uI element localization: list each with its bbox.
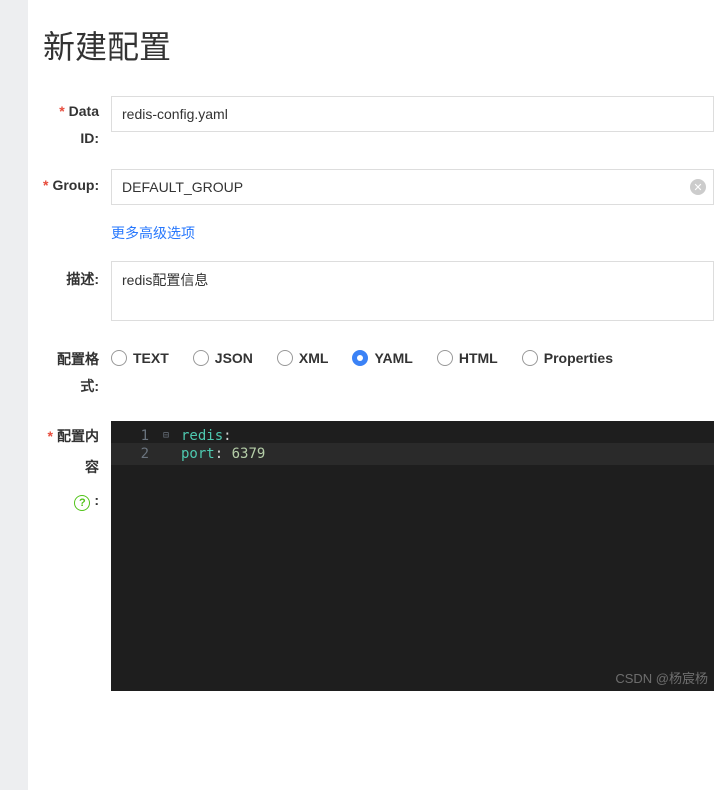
format-radio-group: TEXT JSON XML YAML HTML Properties <box>111 344 714 366</box>
description-label: 描述: <box>43 261 99 289</box>
radio-html[interactable]: HTML <box>437 350 498 366</box>
group-label: *Group: <box>43 169 99 193</box>
clear-icon[interactable]: ✕ <box>690 179 706 195</box>
line-number: 2 <box>111 443 159 465</box>
radio-text[interactable]: TEXT <box>111 350 169 366</box>
advanced-options-link[interactable]: 更多高级选项 <box>111 225 195 241</box>
advanced-row: 更多高级选项 <box>43 223 714 243</box>
data-id-label: *Data ID: <box>43 96 99 151</box>
radio-properties[interactable]: Properties <box>522 350 613 366</box>
radio-json[interactable]: JSON <box>193 350 253 366</box>
page-title: 新建配置 <box>43 22 714 68</box>
description-input[interactable]: redis配置信息 <box>111 261 714 321</box>
code-editor[interactable]: 1 ⊟ redis: 2 port: 6379 CSDN @杨宸杨 <box>111 421 714 691</box>
content-label: *配置内容 ? : <box>43 421 99 515</box>
radio-xml[interactable]: XML <box>277 350 329 366</box>
data-id-input[interactable] <box>111 96 714 132</box>
watermark: CSDN @杨宸杨 <box>615 668 708 687</box>
group-row: *Group: ✕ <box>43 169 714 205</box>
line-number: 1 <box>111 425 159 443</box>
group-input[interactable] <box>111 169 714 205</box>
help-icon[interactable]: ? <box>74 495 90 511</box>
description-row: 描述: redis配置信息 <box>43 261 714 326</box>
radio-yaml[interactable]: YAML <box>352 350 412 366</box>
content-row: *配置内容 ? : 1 ⊟ redis: 2 port: 6379 CSDN @… <box>43 421 714 691</box>
format-label: 配置格式: <box>43 344 99 399</box>
data-id-row: *Data ID: <box>43 96 714 151</box>
format-row: 配置格式: TEXT JSON XML YAML HTML Properties <box>43 344 714 399</box>
fold-icon[interactable]: ⊟ <box>159 425 173 443</box>
